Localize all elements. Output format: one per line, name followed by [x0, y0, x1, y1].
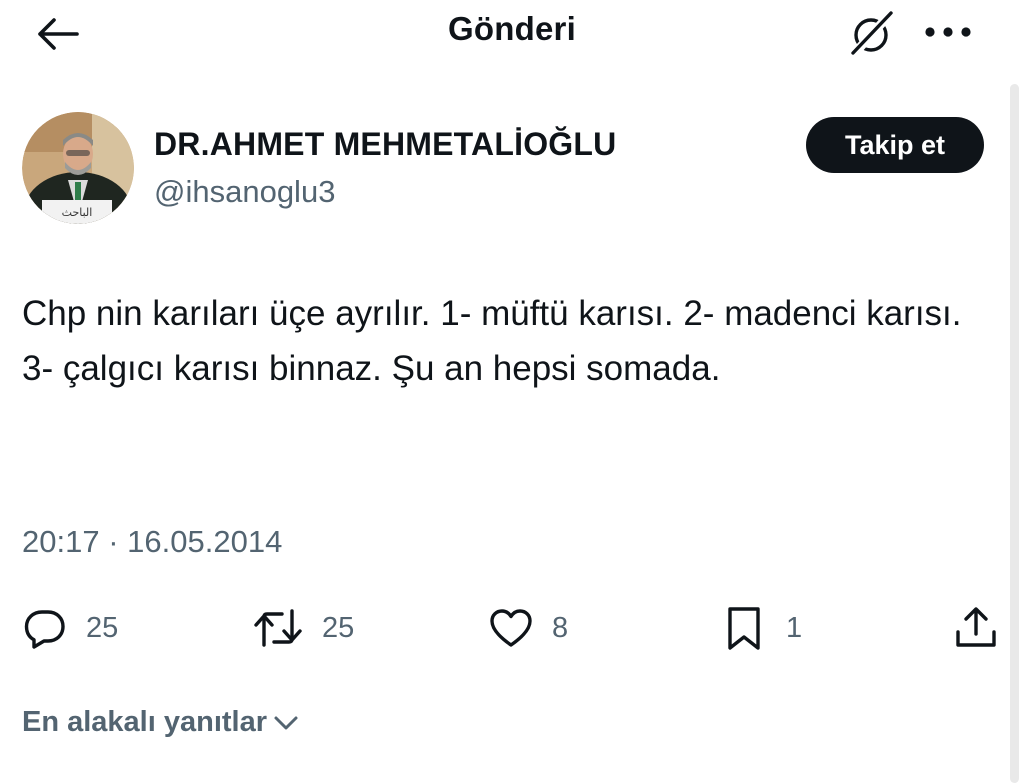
- replies-sort-dropdown[interactable]: En alakalı yanıtlar: [22, 706, 301, 739]
- chevron-down-icon: [274, 716, 298, 729]
- heart-icon: [490, 609, 532, 647]
- like-count: 8: [552, 611, 569, 644]
- replies-sort-label: En alakalı yanıtlar: [22, 706, 268, 738]
- post-date: 16.05.2014: [127, 524, 283, 559]
- avatar[interactable]: الباحث: [22, 112, 134, 224]
- avatar-image: الباحث: [22, 112, 134, 224]
- bookmark-icon: [728, 607, 760, 650]
- author-name[interactable]: DR.AHMET MEHMETALİOĞLU: [154, 126, 616, 163]
- more-options-button[interactable]: [920, 12, 976, 52]
- reply-button[interactable]: 25: [22, 600, 118, 656]
- grok-icon: [849, 9, 895, 59]
- like-button[interactable]: 8: [488, 600, 568, 656]
- post-text: Chp nin karıları üçe ayrılır. 1- müftü k…: [22, 294, 962, 388]
- reply-icon: [24, 610, 65, 649]
- follow-button[interactable]: Takip et: [806, 117, 984, 173]
- post-time: 20:17: [22, 524, 100, 559]
- scrollbar[interactable]: [1010, 84, 1019, 783]
- repost-button[interactable]: 25: [252, 600, 354, 656]
- author-handle[interactable]: @ihsanoglu3: [154, 174, 335, 210]
- repost-icon: [254, 609, 302, 647]
- more-horizontal-icon: [925, 27, 971, 37]
- top-bar: Gönderi: [0, 0, 1024, 72]
- bookmark-count: 1: [786, 611, 803, 644]
- share-icon: [956, 607, 996, 647]
- post-timestamp[interactable]: 20:17 · 16.05.2014: [22, 524, 282, 560]
- bookmark-button[interactable]: 1: [722, 600, 802, 656]
- meta-separator: ·: [108, 524, 119, 559]
- action-bar: 25 25 8 1: [0, 600, 1024, 656]
- share-button[interactable]: [952, 600, 1000, 656]
- avatar-plate-text: الباحث: [62, 206, 93, 219]
- grok-button[interactable]: [842, 6, 900, 60]
- reply-count: 25: [86, 611, 119, 644]
- repost-count: 25: [322, 611, 355, 644]
